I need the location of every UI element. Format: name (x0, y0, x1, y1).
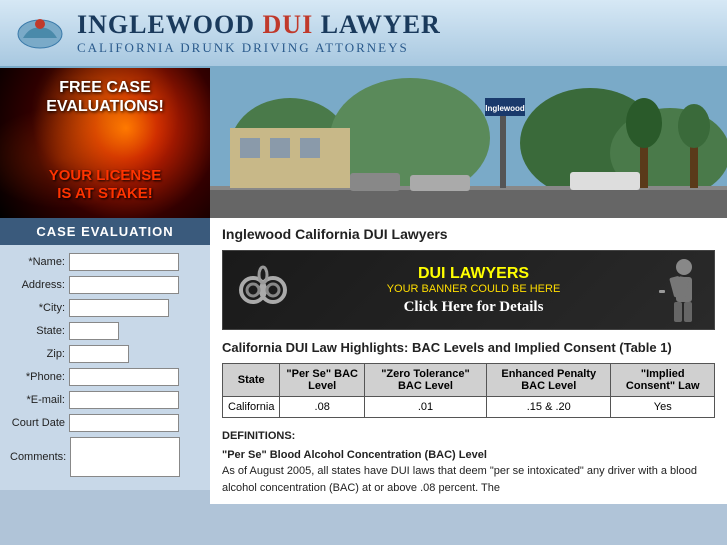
email-label: *E-mail: (10, 394, 65, 406)
header-text: Inglewood DUI Lawyer California Drunk Dr… (77, 10, 441, 56)
col-zero-tolerance: "Zero Tolerance" BAC Level (364, 364, 486, 397)
main-content: Inglewood Inglewood California DUI Lawye… (210, 68, 727, 504)
zip-input[interactable] (69, 345, 129, 363)
zip-row: Zip: (10, 345, 200, 363)
email-input[interactable] (69, 391, 179, 409)
definitions-title: DEFINITIONS: (222, 428, 715, 445)
phone-label: *Phone: (10, 371, 65, 383)
table-title: California DUI Law Highlights: BAC Level… (222, 340, 715, 355)
banner-cta: Click Here for Details (303, 299, 644, 316)
site-title: Inglewood DUI Lawyer (77, 10, 441, 40)
city-row: *City: (10, 299, 200, 317)
cell-zero-tolerance: .01 (364, 397, 486, 418)
name-row: *Name: (10, 253, 200, 271)
name-label: *Name: (10, 256, 65, 268)
table-row: California .08 .01 .15 & .20 Yes (223, 397, 715, 418)
comments-input[interactable] (70, 437, 180, 477)
state-row: State: (10, 322, 200, 340)
state-input[interactable] (69, 322, 119, 340)
comments-row: Comments: (10, 437, 200, 477)
city-input[interactable] (69, 299, 169, 317)
case-eval-bar: CASE EVALUATION (0, 218, 210, 245)
address-row: Address: (10, 276, 200, 294)
hero-license-text: YOUR LICENSE IS AT STAKE! (0, 167, 210, 203)
banner-ad[interactable]: DUI LAWYERS YOUR BANNER COULD BE HERE Cl… (222, 250, 715, 330)
court-date-row: Court Date (10, 414, 200, 432)
svg-text:Inglewood: Inglewood (485, 104, 525, 113)
hero-free-text: FREE CASE EVALUATIONS! (0, 78, 210, 116)
main-layout: FREE CASE EVALUATIONS! YOUR LICENSE IS A… (0, 68, 727, 504)
city-label: *City: (10, 302, 65, 314)
state-label: State: (10, 325, 65, 337)
cell-per-se: .08 (280, 397, 364, 418)
definitions-section: DEFINITIONS: "Per Se" Blood Alcohol Conc… (222, 428, 715, 496)
col-state: State (223, 364, 280, 397)
dui-table: State "Per Se" BAC Level "Zero Tolerance… (222, 363, 715, 418)
banner-title: DUI LAWYERS (303, 265, 644, 283)
banner-subtitle: YOUR BANNER COULD BE HERE (303, 283, 644, 295)
per-se-title: "Per Se" Blood Alcohol Concentration (BA… (222, 447, 715, 464)
banner-left-graphic (223, 251, 303, 329)
comments-label: Comments: (10, 451, 66, 463)
top-photo: Inglewood (210, 68, 727, 218)
col-implied-consent: "Implied Consent" Law (611, 364, 715, 397)
email-row: *E-mail: (10, 391, 200, 409)
zip-label: Zip: (10, 348, 65, 360)
phone-row: *Phone: (10, 368, 200, 386)
site-subtitle: California Drunk Driving Attorneys (77, 40, 441, 56)
page-title: Inglewood California DUI Lawyers (222, 226, 715, 242)
table-header-row: State "Per Se" BAC Level "Zero Tolerance… (223, 364, 715, 397)
col-enhanced: Enhanced Penalty BAC Level (487, 364, 611, 397)
cell-state: California (223, 397, 280, 418)
per-se-text: As of August 2005, all states have DUI l… (222, 463, 715, 496)
address-label: Address: (10, 279, 65, 291)
court-date-label: Court Date (10, 417, 65, 429)
content-inner: Inglewood California DUI Lawyers (210, 218, 727, 504)
logo-icon (15, 16, 65, 51)
banner-center: DUI LAWYERS YOUR BANNER COULD BE HERE Cl… (303, 265, 644, 316)
banner-right-graphic (644, 251, 714, 329)
address-input[interactable] (69, 276, 179, 294)
cell-implied: Yes (611, 397, 715, 418)
hero-image: FREE CASE EVALUATIONS! YOUR LICENSE IS A… (0, 68, 210, 218)
col-per-se: "Per Se" BAC Level (280, 364, 364, 397)
sidebar: FREE CASE EVALUATIONS! YOUR LICENSE IS A… (0, 68, 210, 504)
cell-enhanced: .15 & .20 (487, 397, 611, 418)
phone-input[interactable] (69, 368, 179, 386)
site-header: Inglewood DUI Lawyer California Drunk Dr… (0, 0, 727, 68)
court-date-input[interactable] (69, 414, 179, 432)
name-input[interactable] (69, 253, 179, 271)
case-form: *Name: Address: *City: State: Zip: *Phon… (0, 245, 210, 490)
